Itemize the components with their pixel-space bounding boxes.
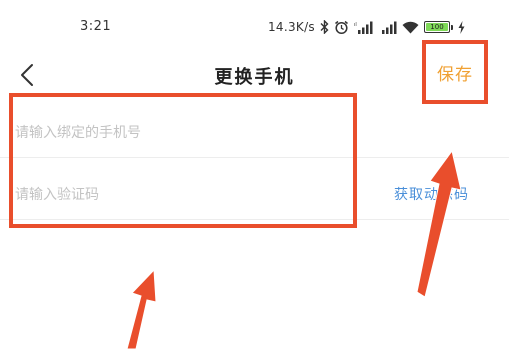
phone-input[interactable] [15,120,345,146]
signal-icon [378,21,397,34]
status-time: 3:21 [80,19,112,34]
network-speed: 14.3K/s [268,20,315,34]
save-label: 保存 [437,64,473,85]
battery-level: 100 [425,23,448,31]
save-button[interactable]: 保存 [422,40,488,104]
svg-text:ıl: ıl [354,22,357,28]
arrow-to-form [126,268,157,349]
phone-field-row [0,108,509,158]
get-code-button[interactable]: 获取动态码 [394,184,469,204]
alarm-icon [334,20,349,35]
bluetooth-icon [320,20,329,34]
verification-code-input[interactable] [15,182,345,208]
signal-icon: ıl [354,21,373,34]
status-icons: 14.3K/s ıl 100 [268,17,465,37]
charging-icon [458,20,465,34]
battery-icon: 100 [423,21,453,33]
code-field-row: 获取动态码 [0,170,509,220]
wifi-icon [402,21,419,34]
